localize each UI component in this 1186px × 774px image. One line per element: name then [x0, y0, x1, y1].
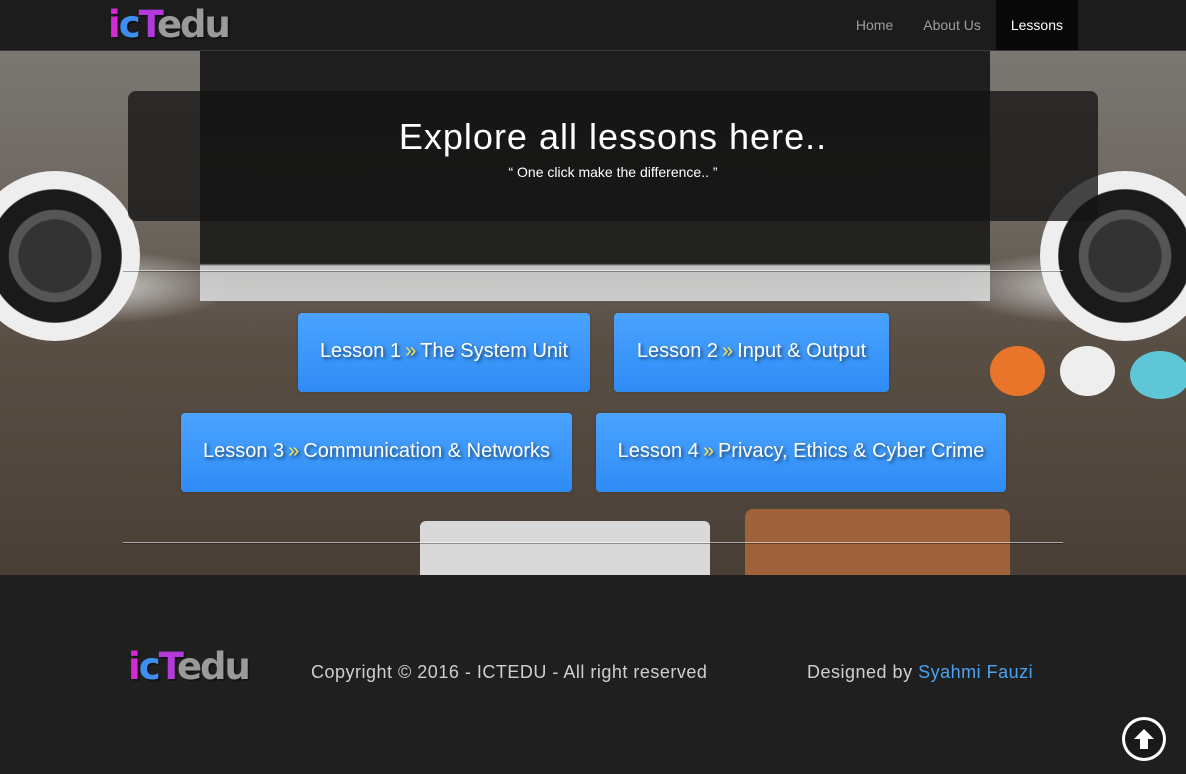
nav-menu: Home About Us Lessons — [841, 0, 1078, 50]
top-navbar: icTedu Home About Us Lessons — [0, 0, 1186, 51]
brand-logo[interactable]: icTedu — [108, 3, 231, 46]
toy-white-image — [1060, 346, 1115, 396]
lesson-2-button[interactable]: Lesson 2» Input & Output — [614, 313, 889, 392]
lesson-3-number: Lesson 3 — [202, 440, 285, 462]
nav-item-about-us[interactable]: About Us — [908, 0, 996, 50]
lesson-4-number: Lesson 4 — [617, 440, 699, 462]
lesson-3-button[interactable]: Lesson 3» Communication & Networks — [181, 413, 572, 492]
logo-letters-edu: edu — [156, 3, 231, 46]
raquo-icon: » — [722, 340, 734, 362]
hero-section: Explore all lessons here.. “ One click m… — [0, 51, 1186, 575]
raquo-icon: » — [702, 440, 714, 462]
speaker-left-image — [0, 171, 140, 341]
lesson-2-title: Input & Output — [737, 340, 867, 362]
copyright-text: Copyright © 2016 - ICTEDU - All right re… — [311, 662, 708, 682]
hero-banner: Explore all lessons here.. “ One click m… — [128, 91, 1098, 221]
raquo-icon: » — [405, 340, 417, 362]
raquo-icon: » — [288, 440, 300, 462]
designed-by-label: Designed by — [807, 662, 919, 682]
logo-letter-c: c — [118, 3, 141, 46]
designed-by: Designed by Syahmi Fauzi — [807, 662, 1033, 683]
toy-orange-image — [990, 346, 1045, 396]
lesson-1-title: The System Unit — [420, 340, 569, 362]
scroll-to-top-button[interactable] — [1122, 717, 1166, 761]
divider-top — [123, 270, 1063, 272]
designer-link[interactable]: Syahmi Fauzi — [918, 662, 1033, 682]
nav-item-home[interactable]: Home — [841, 0, 908, 50]
lesson-1-number: Lesson 1 — [319, 340, 402, 362]
logo-letter-t: T — [138, 3, 159, 46]
keyboard-image — [420, 521, 710, 575]
divider-bottom — [123, 542, 1063, 544]
arrow-up-icon — [1134, 729, 1154, 749]
lesson-1-button[interactable]: Lesson 1» The System Unit — [298, 313, 590, 392]
logo-letter-i: i — [128, 645, 141, 688]
toy-blue-image — [1130, 351, 1186, 399]
lesson-4-button[interactable]: Lesson 4» Privacy, Ethics & Cyber Crime — [596, 413, 1006, 492]
lesson-3-title: Communication & Networks — [303, 440, 551, 462]
footer-logo: icTedu — [128, 645, 251, 688]
page-footer: icTedu Copyright © 2016 - ICTEDU - All r… — [0, 575, 1186, 774]
logo-letter-i: i — [108, 3, 121, 46]
logo-letters-edu: edu — [176, 645, 251, 688]
banner-subtitle: “ One click make the difference.. ” — [508, 164, 718, 180]
banner-title: Explore all lessons here.. — [398, 116, 828, 157]
nav-item-lessons[interactable]: Lessons — [995, 0, 1078, 50]
logo-letter-t: T — [158, 645, 179, 688]
lesson-2-number: Lesson 2 — [636, 340, 719, 362]
lesson-4-title: Privacy, Ethics & Cyber Crime — [717, 440, 985, 462]
logo-letter-c: c — [138, 645, 161, 688]
